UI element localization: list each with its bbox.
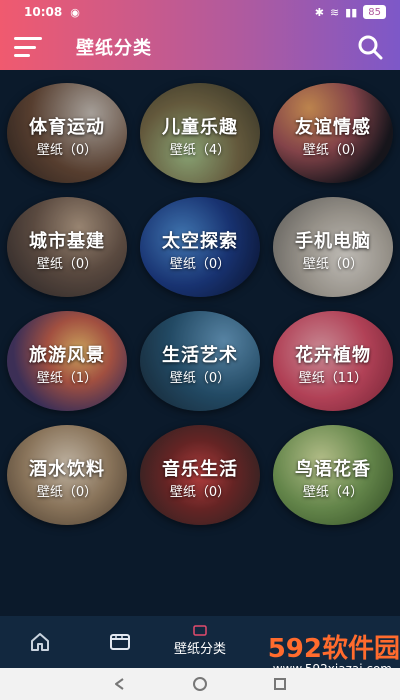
category-count: 壁纸（0） bbox=[169, 257, 231, 272]
category-name: 儿童乐趣 bbox=[162, 117, 238, 138]
status-icons: ✱ ≋ ▮▮ 85 bbox=[315, 5, 386, 19]
category-name: 太空探索 bbox=[162, 231, 238, 252]
film-icon bbox=[110, 634, 130, 650]
category-icon bbox=[193, 625, 207, 636]
search-icon[interactable] bbox=[356, 33, 384, 61]
category-name: 手机电脑 bbox=[295, 231, 371, 252]
wifi-icon: ≋ bbox=[329, 5, 340, 19]
page-title: 壁纸分类 bbox=[76, 38, 152, 59]
category-count: 壁纸（0） bbox=[36, 485, 98, 500]
category-count: 壁纸（0） bbox=[302, 257, 364, 272]
bluetooth-icon: ✱ bbox=[314, 5, 324, 19]
category-kids[interactable]: 儿童乐趣 壁纸（4） bbox=[140, 83, 260, 183]
category-count: 壁纸（0） bbox=[169, 371, 231, 386]
category-name: 酒水饮料 bbox=[29, 459, 105, 480]
category-city[interactable]: 城市基建 壁纸（0） bbox=[7, 197, 127, 297]
category-name: 体育运动 bbox=[29, 117, 105, 138]
category-birds-flowers[interactable]: 鸟语花香 壁纸（4） bbox=[273, 425, 393, 525]
category-plants[interactable]: 花卉植物 壁纸（11） bbox=[273, 311, 393, 411]
home-circle-icon[interactable] bbox=[190, 674, 210, 694]
watermark-brand: 592软件园 bbox=[267, 634, 400, 664]
category-count: 壁纸（11） bbox=[298, 371, 368, 386]
nav-home[interactable] bbox=[0, 616, 80, 668]
battery-icon: 85 bbox=[363, 5, 386, 19]
back-icon[interactable] bbox=[110, 674, 130, 694]
category-name: 生活艺术 bbox=[162, 345, 238, 366]
category-music[interactable]: 音乐生活 壁纸（0） bbox=[140, 425, 260, 525]
category-space[interactable]: 太空探索 壁纸（0） bbox=[140, 197, 260, 297]
category-name: 友谊情感 bbox=[295, 117, 371, 138]
menu-icon[interactable] bbox=[14, 37, 44, 57]
category-count: 壁纸（1） bbox=[36, 371, 98, 386]
category-life-art[interactable]: 生活艺术 壁纸（0） bbox=[140, 311, 260, 411]
status-time: 10:08 bbox=[24, 5, 63, 19]
category-friendship[interactable]: 友谊情感 壁纸（0） bbox=[273, 83, 393, 183]
category-count: 壁纸（0） bbox=[169, 485, 231, 500]
recents-icon[interactable] bbox=[270, 674, 290, 694]
category-name: 城市基建 bbox=[29, 231, 105, 252]
category-count: 壁纸（0） bbox=[36, 257, 98, 272]
category-devices[interactable]: 手机电脑 壁纸（0） bbox=[273, 197, 393, 297]
status-bar: 10:08 ◉ ✱ ≋ ▮▮ 85 bbox=[0, 0, 400, 24]
category-name: 花卉植物 bbox=[295, 345, 371, 366]
signal-icon: ▮▮ bbox=[345, 5, 358, 19]
system-nav bbox=[0, 668, 400, 700]
category-name: 鸟语花香 bbox=[295, 459, 371, 480]
category-grid: 体育运动 壁纸（0） 儿童乐趣 壁纸（4） 友谊情感 壁纸（0） 城市基建 壁纸… bbox=[0, 70, 400, 616]
home-icon bbox=[31, 633, 49, 651]
category-count: 壁纸（4） bbox=[169, 143, 231, 158]
category-name: 音乐生活 bbox=[162, 459, 238, 480]
eye-icon: ◉ bbox=[70, 5, 80, 19]
category-sports[interactable]: 体育运动 壁纸（0） bbox=[7, 83, 127, 183]
category-name: 旅游风景 bbox=[29, 345, 105, 366]
app-header: 壁纸分类 bbox=[0, 24, 400, 70]
category-count: 壁纸（0） bbox=[302, 143, 364, 158]
category-count: 壁纸（4） bbox=[302, 485, 364, 500]
nav-gallery[interactable] bbox=[80, 616, 160, 668]
category-travel[interactable]: 旅游风景 壁纸（1） bbox=[7, 311, 127, 411]
category-drinks[interactable]: 酒水饮料 壁纸（0） bbox=[7, 425, 127, 525]
category-count: 壁纸（0） bbox=[36, 143, 98, 158]
